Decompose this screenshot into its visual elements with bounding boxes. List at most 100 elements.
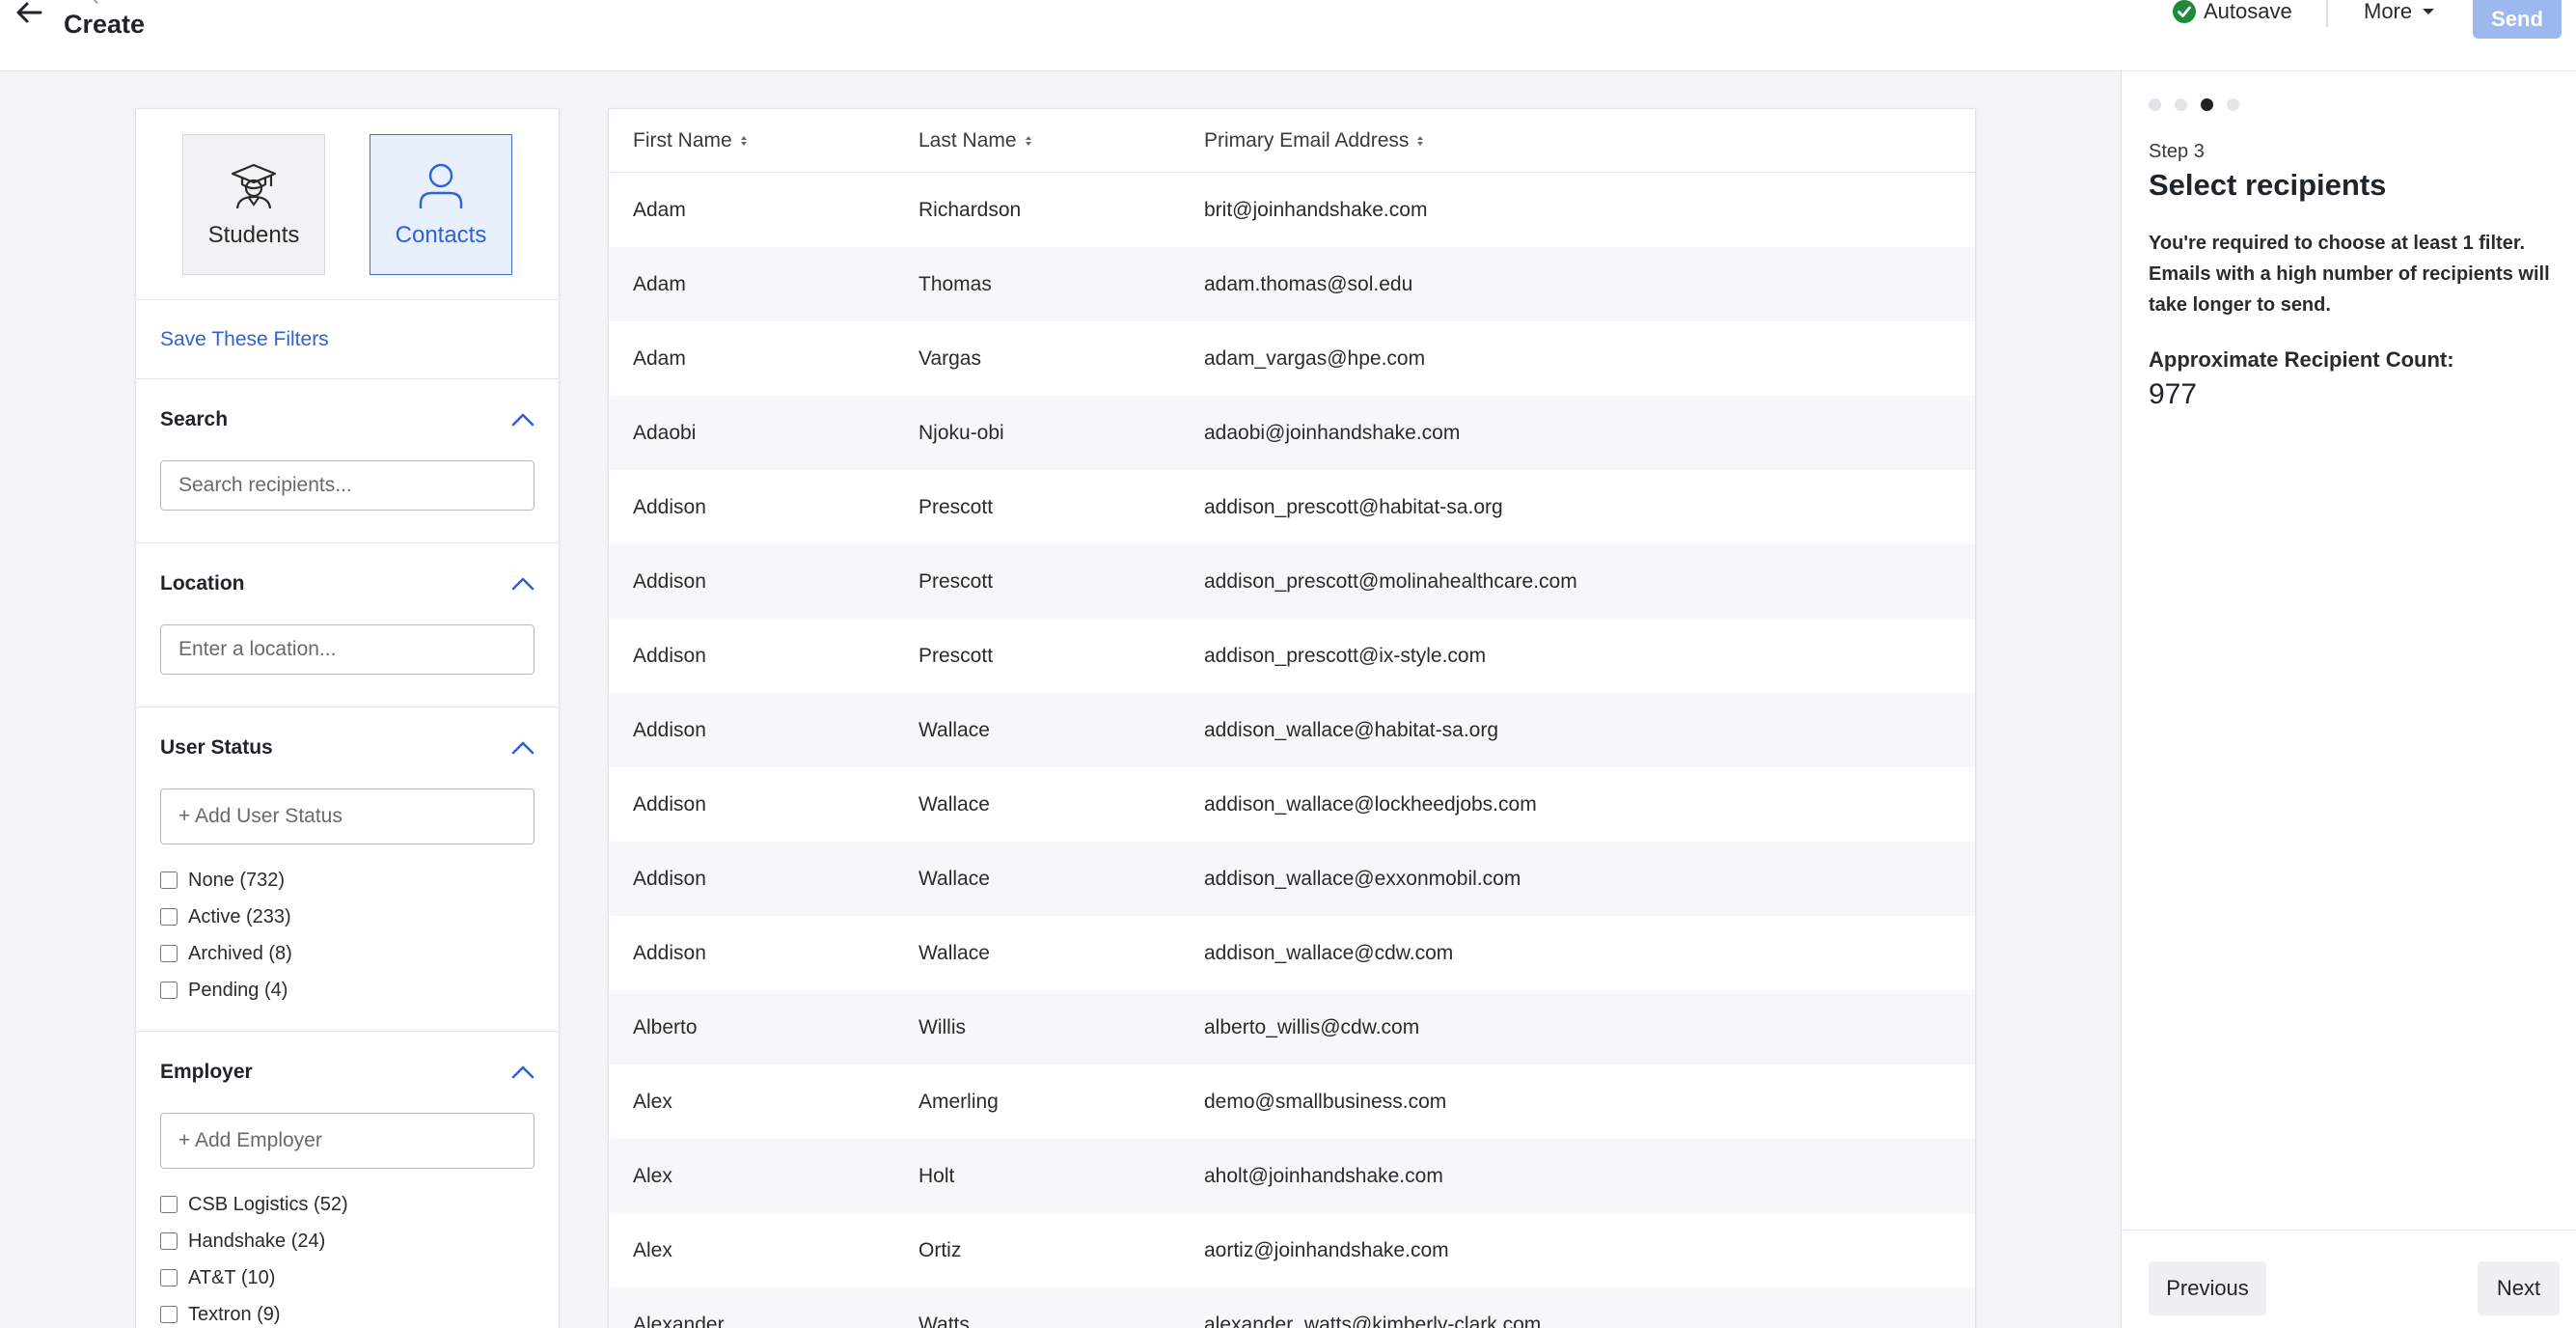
last-name-cell: Vargas [918,346,981,370]
save-filters-link[interactable]: Save These Filters [160,328,329,351]
step-dot [2201,98,2213,111]
last-name-cell: Willis [918,1015,966,1038]
location-input[interactable] [160,624,534,675]
email-column-header[interactable]: Primary Email Address [1204,129,1424,152]
employer-section-header[interactable]: Employer [160,1032,534,1113]
sort-icon [740,135,747,146]
table-row[interactable]: Addison Wallace addison_wallace@cdw.com [609,916,1975,990]
employer-checkbox[interactable] [160,1306,178,1323]
chevron-up-icon [511,413,534,427]
filter-panel: Students Contacts Save These Filters Sea… [135,108,560,1328]
page-title: Create [64,10,146,39]
user-status-option[interactable]: None (732) [160,862,534,899]
column-label: Primary Email Address [1204,128,1410,152]
user-status-checkbox[interactable] [160,945,178,962]
step-title: Select recipients [2149,168,2387,202]
step-label: Step 3 [2149,141,2205,162]
email-cell: addison_prescott@ix-style.com [1204,644,1487,667]
email-cell: demo@smallbusiness.com [1204,1090,1447,1113]
table-row[interactable]: Addison Wallace addison_wallace@habitat-sa… [609,693,1975,767]
send-button[interactable]: Send [2473,0,2562,39]
table-row[interactable]: Addison Wallace addison_wallace@lockheedjo… [609,767,1975,842]
table-row[interactable]: Addison Prescott addison_prescott@ix-style… [609,619,1975,693]
caret-down-icon [2423,9,2435,14]
email-cell: addison_wallace@lockheedjobs.com [1204,792,1537,816]
first-name-cell: Adam [633,198,686,221]
last-name-column-header[interactable]: Last Name [918,129,1032,152]
user-status-option[interactable]: Active (233) [160,899,534,935]
contacts-type-label: Contacts [395,222,487,248]
table-row[interactable]: Adam Thomas adam.thomas@sol.edu [609,247,1975,321]
first-name-cell: Addison [633,792,706,816]
location-section-header[interactable]: Location [160,543,534,624]
last-name-cell: Wallace [918,941,990,964]
person-icon [419,163,463,208]
more-menu-button[interactable]: More [2364,0,2435,23]
wizard-panel: Step 3 Select recipients You're required… [2121,71,2576,1328]
employer-checkbox[interactable] [160,1269,178,1286]
table-row[interactable]: Alex Ortiz aortiz@joinhandshake.com [609,1213,1975,1287]
previous-button[interactable]: Previous [2149,1261,2266,1315]
search-input[interactable] [160,460,534,511]
employer-option[interactable]: AT&T (10) [160,1259,534,1296]
back-button[interactable] [10,0,48,25]
user-status-checkbox[interactable] [160,872,178,889]
employer-option[interactable]: Handshake (24) [160,1223,534,1259]
employer-filter-section: Employer CSB Logistics (52) Handshake (2… [136,1032,559,1328]
user-status-section-header[interactable]: User Status [160,707,534,788]
step-indicator [2149,98,2239,111]
first-name-cell: Addison [633,867,706,890]
step-dot [2149,98,2161,111]
search-filter-section: Search [136,379,559,543]
employer-option-label: AT&T (10) [188,1266,276,1288]
last-name-cell: Njoku-obi [918,421,1004,444]
user-status-checkbox[interactable] [160,908,178,926]
employer-checkbox[interactable] [160,1196,178,1213]
wizard-footer: Previous Next [2122,1230,2576,1328]
user-status-option-label: Archived (8) [188,942,292,964]
employer-options: CSB Logistics (52) Handshake (24) AT&T (… [160,1169,534,1328]
user-status-option[interactable]: Pending (4) [160,972,534,1009]
table-row[interactable]: Adam Richardson brit@joinhandshake.com [609,173,1975,247]
employer-checkbox[interactable] [160,1232,178,1250]
table-row[interactable]: Addison Prescott addison_prescott@habitat-… [609,470,1975,544]
first-name-cell: Adam [633,272,686,295]
table-row[interactable]: Alex Amerling demo@smallbusiness.com [609,1065,1975,1139]
email-cell: addison_wallace@exxonmobil.com [1204,867,1521,890]
sort-icon [1417,135,1424,146]
user-status-input[interactable] [160,788,534,844]
email-cell: addison_prescott@habitat-sa.org [1204,495,1503,518]
students-type-card[interactable]: Students [182,134,325,275]
last-name-cell: Prescott [918,644,994,667]
location-section-title: Location [160,572,245,595]
first-name-column-header[interactable]: First Name [633,129,748,152]
email-cell: adaobi@joinhandshake.com [1204,421,1461,444]
user-status-checkbox[interactable] [160,982,178,999]
sort-icon [1025,135,1031,146]
email-cell: aortiz@joinhandshake.com [1204,1238,1449,1261]
recipients-table: First Name Last Name Primary Email Addre… [608,108,1976,1328]
table-row[interactable]: Alexander Watts alexander_watts@kimberly-c… [609,1287,1975,1328]
last-name-cell: Thomas [918,272,992,295]
last-name-cell: Prescott [918,569,994,593]
table-row[interactable]: Alberto Willis alberto_willis@cdw.com [609,990,1975,1065]
contacts-type-card[interactable]: Contacts [370,134,512,275]
employer-input[interactable] [160,1113,534,1169]
search-section-header[interactable]: Search [160,379,534,460]
last-name-cell: Prescott [918,495,994,518]
last-name-cell: Amerling [918,1090,999,1113]
employer-option[interactable]: Textron (9) [160,1296,534,1328]
table-row[interactable]: Adaobi Njoku-obi adaobi@joinhandshake.com [609,396,1975,470]
table-row[interactable]: Alex Holt aholt@joinhandshake.com [609,1139,1975,1213]
employer-option[interactable]: CSB Logistics (52) [160,1186,534,1223]
table-row[interactable]: Addison Wallace addison_wallace@exxonmobil… [609,842,1975,916]
table-row[interactable]: Addison Prescott addison_prescott@molinahe… [609,544,1975,619]
autosave-status: Autosave [2173,0,2292,23]
user-status-option[interactable]: Archived (8) [160,935,534,972]
last-name-cell: Wallace [918,718,990,741]
table-row[interactable]: Adam Vargas adam_vargas@hpe.com [609,321,1975,396]
user-status-option-label: Active (233) [188,905,291,927]
employer-option-label: CSB Logistics (52) [188,1193,348,1215]
arrow-left-icon [16,2,42,23]
next-button[interactable]: Next [2478,1261,2560,1315]
